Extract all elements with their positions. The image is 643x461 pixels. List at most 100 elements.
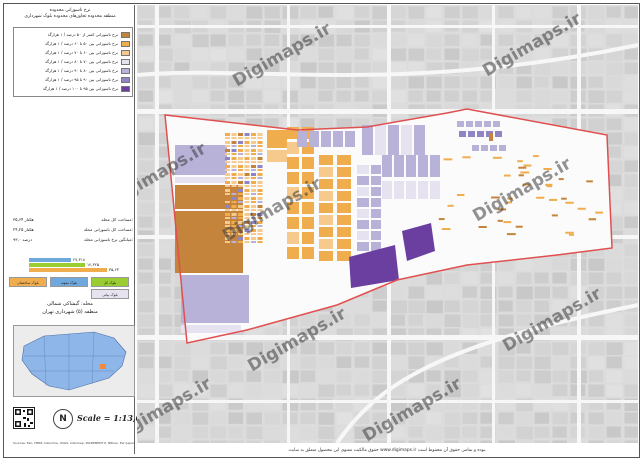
legend-box: نرخ ناسوزانی کمتر از ۵۰ درصد / ۱ هزارگذ ن… — [13, 27, 133, 97]
basemap-block — [606, 286, 623, 299]
basemap-block — [264, 356, 280, 369]
basemap-block — [588, 440, 604, 443]
parcel — [357, 220, 369, 229]
basemap-block — [174, 440, 189, 443]
parcel — [251, 177, 256, 179]
qr-code[interactable] — [13, 407, 35, 429]
parcel — [251, 181, 256, 184]
basemap-block — [408, 426, 423, 438]
parcel — [251, 217, 256, 219]
basemap-block — [228, 412, 244, 424]
parcel — [251, 193, 256, 195]
basemap-block — [336, 90, 351, 102]
basemap-block — [462, 48, 479, 62]
parcel — [231, 157, 237, 160]
parcel — [244, 137, 250, 139]
parcel — [231, 185, 237, 187]
basemap-block — [408, 384, 424, 397]
basemap-block — [300, 342, 316, 355]
bar-value-label: ۱۴,۳۲۵ — [87, 262, 100, 267]
parcel — [497, 219, 503, 222]
parcel — [302, 247, 314, 259]
basemap-block — [372, 300, 387, 312]
parcel — [225, 173, 230, 176]
basemap-block — [552, 286, 568, 299]
parcel — [244, 153, 250, 155]
parcel — [244, 221, 250, 224]
basemap-block — [300, 356, 317, 369]
basemap-block — [606, 62, 623, 76]
stat-value: ۹۳,۰ درصد — [13, 237, 33, 242]
basemap-block — [210, 440, 227, 443]
parcel — [244, 185, 250, 187]
basemap-block — [264, 90, 280, 103]
legend-panel: نرخ ناسوزانی محدوده منطقه محدوده تجاوزها… — [5, 5, 152, 454]
basemap-block — [606, 90, 623, 103]
parcel — [478, 226, 487, 229]
parcel — [225, 133, 230, 136]
parcel — [257, 157, 263, 160]
parcel — [287, 247, 299, 259]
parcel — [588, 218, 597, 221]
basemap-block — [516, 272, 532, 285]
basemap-block — [138, 118, 154, 130]
basemap-block — [336, 370, 352, 383]
parcel — [371, 209, 381, 218]
basemap-block — [264, 48, 281, 62]
basemap-block — [498, 412, 514, 425]
basemap-block — [534, 48, 550, 61]
parcel — [238, 241, 243, 243]
basemap-block — [210, 90, 225, 102]
parcel — [225, 137, 230, 139]
parcel — [231, 225, 237, 227]
parcel — [549, 198, 558, 201]
legend-item: نرخ ناسوزانی بین ۸۰ تا ۹۰ درصد / ۱ هزارگ… — [18, 68, 130, 75]
basemap-block — [444, 384, 461, 398]
parcel — [251, 209, 256, 211]
parcel — [518, 166, 527, 169]
neighborhood-highlight — [100, 364, 106, 369]
parcel — [225, 141, 230, 144]
basemap-block — [318, 356, 335, 369]
basemap-block — [228, 48, 245, 61]
basemap-block — [228, 356, 243, 368]
basemap-block — [174, 356, 191, 369]
parcel — [267, 150, 287, 162]
basemap-block — [318, 426, 335, 439]
stat-bar — [29, 258, 71, 262]
basemap-block — [462, 300, 479, 313]
basemap-block — [138, 202, 155, 216]
parcel — [287, 157, 299, 169]
parcel — [287, 187, 299, 199]
basemap-block — [624, 188, 638, 200]
basemap-block — [174, 342, 191, 356]
basemap-block — [246, 34, 261, 46]
parcel — [551, 214, 558, 217]
parcel — [225, 233, 230, 235]
basemap-block — [300, 90, 317, 103]
basemap-block — [588, 356, 605, 369]
legend-label: نرخ ناسوزانی بین ۹۵ تا ۱۰۰ درصد / ۱ هزار… — [42, 86, 118, 91]
parcel — [543, 168, 552, 171]
parcel — [401, 125, 412, 155]
parcel — [244, 229, 250, 232]
basemap-block — [138, 370, 154, 382]
main-map[interactable]: Digimaps.ir Digimaps.ir Digimaps.ir Digi… — [137, 5, 638, 443]
basemap-block — [408, 314, 423, 326]
basemap-block — [246, 440, 261, 443]
parcel — [287, 217, 299, 229]
basemap-block — [192, 6, 207, 18]
parcel — [319, 179, 333, 189]
basemap-block — [534, 300, 550, 312]
parcel — [302, 217, 314, 229]
parcel — [181, 325, 241, 333]
legend-label: نرخ ناسوزانی بین ۸۰ تا ۹۰ درصد / ۱ هزارگ… — [45, 68, 118, 73]
basemap-block — [174, 370, 189, 382]
parcel — [244, 241, 250, 243]
basemap-block — [264, 370, 281, 384]
parcel — [441, 228, 451, 231]
parcel — [175, 177, 227, 183]
basemap-block — [390, 300, 408, 314]
parcel — [231, 141, 237, 144]
basemap-block — [264, 440, 280, 443]
